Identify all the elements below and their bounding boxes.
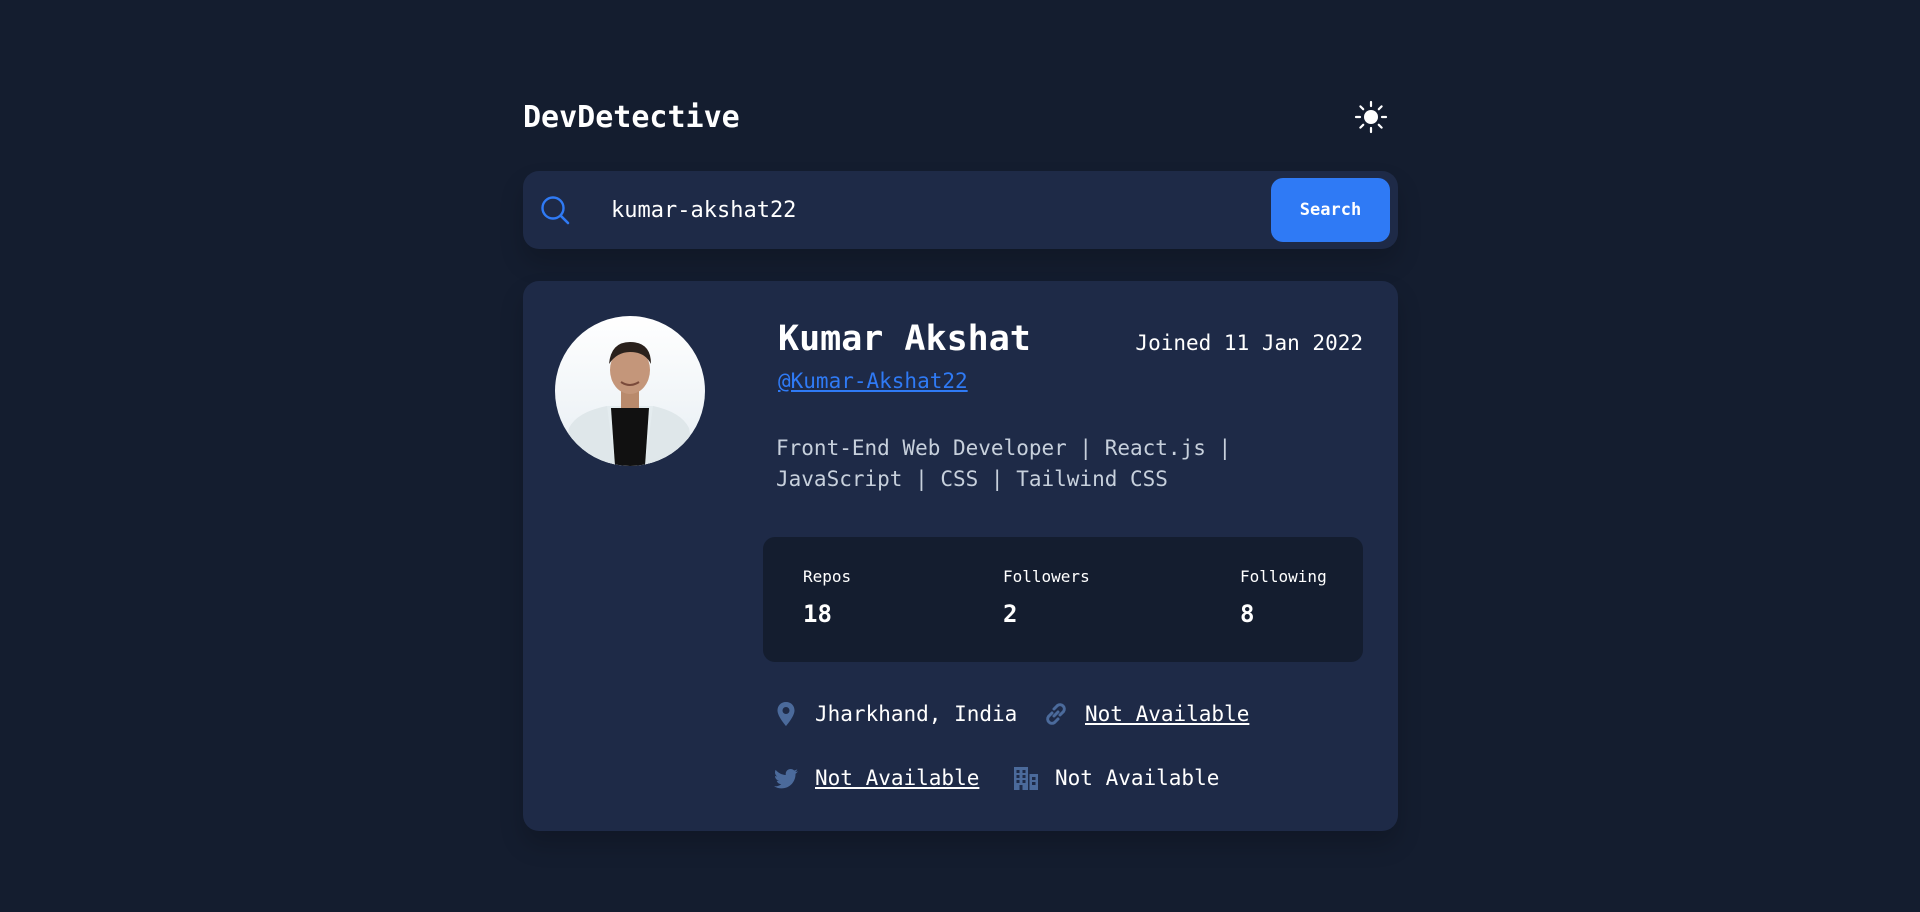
profile-card: Kumar Akshat Joined 11 Jan 2022 @Kumar-A… bbox=[523, 281, 1398, 831]
company-building-icon bbox=[1014, 767, 1038, 790]
stats-panel: Repos 18 Followers 2 Following 8 bbox=[763, 537, 1363, 662]
stat-followers-value: 2 bbox=[1003, 600, 1018, 628]
stat-following-label: Following bbox=[1240, 567, 1327, 586]
company-item: Not Available bbox=[1011, 763, 1219, 793]
stat-repos: Repos 18 bbox=[803, 567, 851, 628]
search-icon bbox=[541, 196, 570, 225]
twitter-item[interactable]: Not Available bbox=[771, 763, 979, 793]
avatar bbox=[555, 316, 705, 466]
location-text: Jharkhand, India bbox=[815, 702, 1018, 726]
joined-date: Joined 11 Jan 2022 bbox=[1135, 331, 1363, 355]
profile-bio: Front-End Web Developer | React.js | Jav… bbox=[776, 436, 1232, 491]
stat-followers: Followers 2 bbox=[1003, 567, 1090, 628]
search-button[interactable]: Search bbox=[1271, 178, 1390, 242]
twitter-link[interactable]: Not Available bbox=[815, 766, 979, 790]
twitter-icon bbox=[774, 769, 798, 789]
header: DevDetective bbox=[523, 96, 1398, 140]
sun-icon bbox=[1354, 100, 1388, 134]
stat-followers-label: Followers bbox=[1003, 567, 1090, 586]
link-icon bbox=[1046, 703, 1066, 725]
stat-repos-label: Repos bbox=[803, 567, 852, 586]
avatar-photo bbox=[555, 316, 705, 466]
search-input[interactable] bbox=[603, 189, 1179, 231]
app-logo: DevDetective bbox=[523, 100, 740, 135]
profile-login-link[interactable]: @Kumar-Akshat22 bbox=[778, 369, 968, 393]
website-link[interactable]: Not Available bbox=[1085, 702, 1249, 726]
stat-following: Following 8 bbox=[1240, 567, 1327, 628]
theme-toggle-button[interactable] bbox=[1354, 100, 1388, 134]
location-pin-icon bbox=[777, 702, 795, 726]
stat-following-value: 8 bbox=[1240, 600, 1255, 628]
profile-name: Kumar Akshat bbox=[778, 319, 1031, 359]
stat-repos-value: 18 bbox=[803, 600, 832, 628]
website-item[interactable]: Not Available bbox=[1041, 699, 1249, 729]
location-item: Jharkhand, India bbox=[771, 699, 1017, 729]
search-bar: Search bbox=[523, 171, 1398, 249]
company-text: Not Available bbox=[1055, 766, 1220, 790]
